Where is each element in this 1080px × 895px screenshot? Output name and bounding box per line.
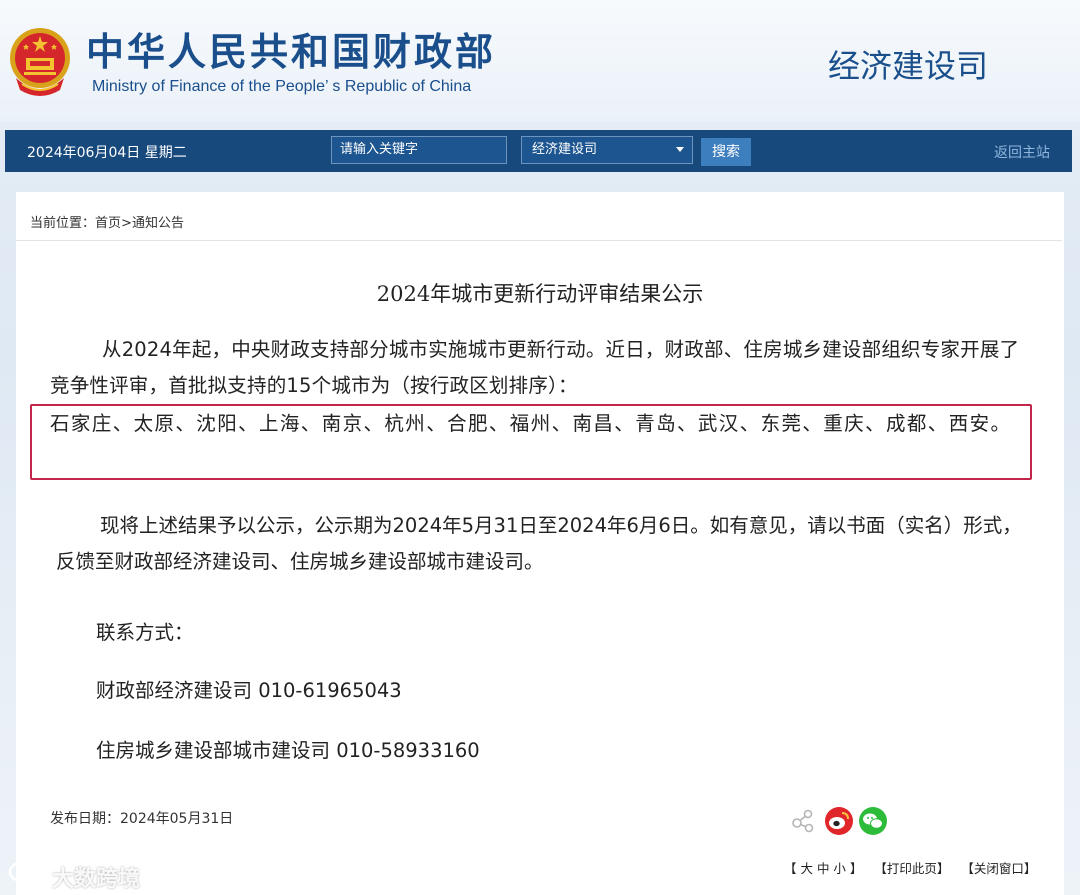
footer-links: 【 大 中 小 】 【打印此页】 【关闭窗口】 [784, 858, 1044, 877]
department-select[interactable]: 经济建设司 [521, 136, 693, 164]
national-emblem-icon [10, 28, 70, 96]
font-size-toggle[interactable]: 【 大 中 小 】 [784, 861, 862, 876]
breadcrumb-home-link[interactable]: 首页 [95, 216, 121, 231]
share-icon[interactable] [790, 807, 816, 833]
department-select-value: 经济建设司 [532, 142, 598, 157]
article-container: 当前位置：首页>通知公告 2024年城市更新行动评审结果公示 从2024年起，中… [16, 192, 1064, 895]
article-paragraph-cities: 石家庄、太原、沈阳、上海、南京、杭州、合肥、福州、南昌、青岛、武汉、东莞、重庆、… [50, 412, 1012, 435]
print-page-link[interactable]: 【打印此页】 [874, 861, 949, 876]
article-title: 2024年城市更新行动评审结果公示 [376, 282, 704, 306]
ministry-name-en: Ministry of Finance of the People’ s Rep… [92, 78, 472, 95]
contact-label: 联系方式： [96, 621, 194, 644]
watermark-logo-icon [8, 862, 42, 882]
search-button[interactable]: 搜索 [701, 138, 751, 166]
ministry-name-cn: 中华人民共和国财政部 [86, 30, 497, 74]
breadcrumb-section-link[interactable]: 通知公告 [132, 216, 184, 231]
breadcrumb: 当前位置：首页>通知公告 [30, 212, 184, 231]
close-window-link[interactable]: 【关闭窗口】 [961, 861, 1036, 876]
back-to-main-site-link[interactable]: 返回主站 [994, 142, 1050, 162]
weibo-icon[interactable] [824, 806, 854, 836]
article-paragraph-notice: 现将上述结果予以公示，公示期为2024年5月31日至2024年6月6日。如有意见… [56, 514, 1022, 573]
breadcrumb-separator: > [121, 216, 132, 231]
department-title: 经济建设司 [828, 47, 989, 85]
chevron-down-icon [676, 147, 684, 152]
search-input[interactable]: 请输入关键字 [331, 136, 507, 164]
nav-bar: 2024年06月04日 星期二 请输入关键字 经济建设司 搜索 返回主站 [5, 130, 1072, 172]
contact-mohurd: 住房城乡建设部城市建设司 010-58933160 [96, 739, 480, 762]
divider [16, 240, 1062, 241]
watermark: 大数跨境 [52, 867, 141, 892]
contact-mof: 财政部经济建设司 010-61965043 [96, 679, 402, 702]
publish-date: 发布日期：2024年05月31日 [50, 811, 234, 827]
current-date: 2024年06月04日 星期二 [27, 145, 187, 161]
site-header: 中华人民共和国财政部 Ministry of Finance of the Pe… [0, 0, 1080, 122]
article-paragraph-intro: 从2024年起，中央财政支持部分城市实施城市更新行动。近日，财政部、住房城乡建设… [50, 338, 1020, 397]
breadcrumb-label: 当前位置： [30, 216, 96, 231]
wechat-icon[interactable] [858, 806, 888, 836]
